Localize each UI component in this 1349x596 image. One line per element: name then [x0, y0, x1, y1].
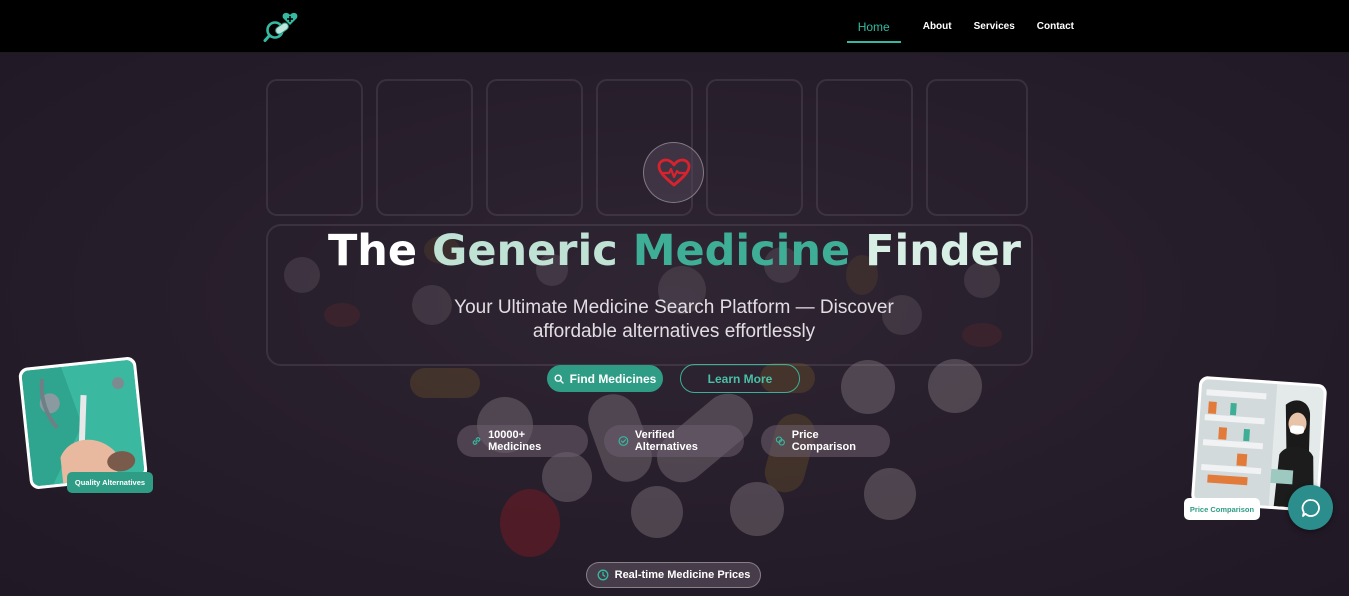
nav-services[interactable]: Services — [974, 15, 1015, 38]
doctor-photo-card — [17, 356, 149, 490]
nav-contact[interactable]: Contact — [1037, 15, 1074, 38]
find-medicines-button[interactable]: Find Medicines — [547, 365, 663, 392]
link-icon — [472, 437, 481, 445]
heart-pulse-icon — [643, 142, 704, 203]
feature-label: Verified Alternatives — [634, 429, 698, 453]
subtitle-line-1: Your Ultimate Medicine Search Platform —… — [454, 297, 894, 318]
hero-title: The Generic Medicine Finder — [0, 226, 1349, 276]
nav-about[interactable]: About — [923, 15, 952, 38]
clock-icon — [597, 569, 609, 581]
quality-alternatives-tag: Quality Alternatives — [67, 472, 153, 493]
chat-bubble-icon — [1301, 498, 1320, 517]
learn-more-button[interactable]: Learn More — [680, 364, 800, 393]
title-part-generic: Generic — [432, 226, 633, 276]
realtime-label: Real-time Medicine Prices — [614, 569, 751, 581]
feature-price-comparison: Price Comparison — [761, 425, 890, 457]
title-part-the: The — [327, 226, 433, 276]
check-circle-icon — [618, 436, 629, 446]
navbar: Home About Services Contact — [0, 0, 1349, 53]
chat-button[interactable] — [1288, 485, 1333, 530]
logo-icon[interactable] — [263, 11, 303, 43]
nav-home[interactable]: Home — [846, 14, 901, 43]
hero-subtitle: Your Ultimate Medicine Search Platform —… — [424, 296, 924, 344]
feature-medicines-count: 10000+ Medicines — [457, 425, 588, 457]
realtime-prices-badge: Real-time Medicine Prices — [586, 562, 761, 588]
doctor-syringe-image — [21, 359, 145, 487]
feature-label: Price Comparison — [791, 429, 856, 453]
title-part-finder: Finder — [865, 226, 1022, 276]
subtitle-line-2: affordable alternatives effortlessly — [532, 321, 816, 342]
search-icon — [554, 373, 564, 384]
coins-icon — [775, 436, 785, 446]
feature-label: 10000+ Medicines — [488, 429, 542, 453]
find-medicines-label: Find Medicines — [569, 371, 657, 386]
nav-menu: Home About Services Contact — [846, 0, 1074, 53]
title-part-medicine: Medicine — [632, 226, 866, 276]
feature-verified-alternatives: Verified Alternatives — [604, 425, 744, 457]
price-comparison-tag: Price Comparison — [1184, 498, 1260, 520]
hero-section: The Generic Medicine Finder Your Ultimat… — [0, 53, 1349, 596]
